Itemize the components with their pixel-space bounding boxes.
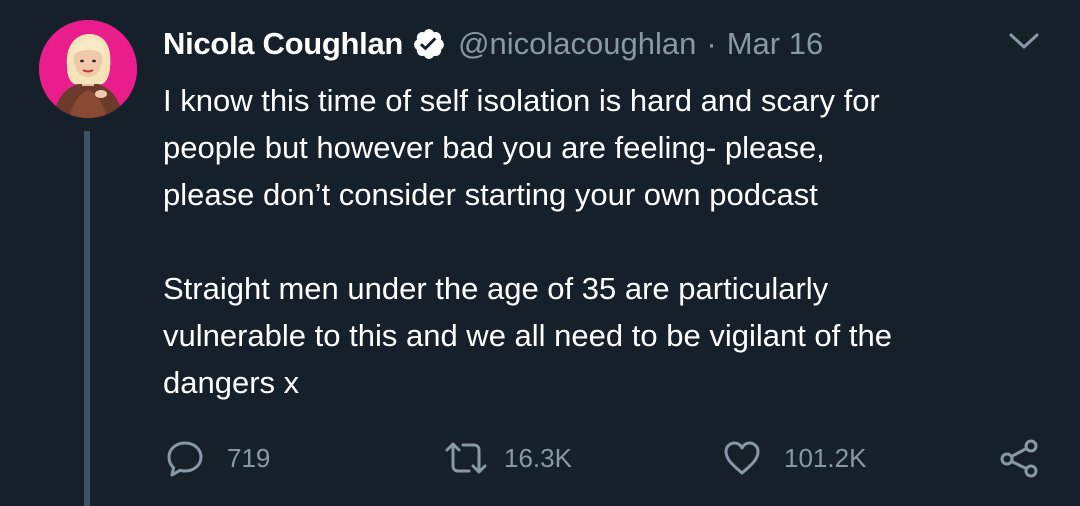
separator-dot: · [706, 26, 717, 61]
author-handle[interactable]: @nicolacoughlan [458, 26, 696, 62]
share-icon [998, 438, 1042, 478]
verified-badge-icon [412, 27, 446, 61]
tweet-date[interactable]: Mar 16 [727, 26, 823, 62]
reply-icon [165, 438, 205, 478]
avatar[interactable] [39, 20, 137, 118]
retweet-button[interactable]: 16.3K [442, 436, 572, 480]
thread-line [84, 131, 90, 506]
like-button[interactable]: 101.2K [722, 436, 866, 480]
tweet[interactable]: Nicola Coughlan @nicolacoughlan · Mar 16… [0, 0, 1080, 506]
tweet-text: I know this time of self isolation is ha… [163, 83, 892, 400]
tweet-header: Nicola Coughlan @nicolacoughlan · Mar 16 [163, 22, 823, 66]
share-button[interactable] [998, 436, 1042, 480]
retweet-icon [442, 438, 490, 478]
chevron-down-icon[interactable] [1007, 30, 1041, 52]
retweet-count: 16.3K [504, 442, 572, 473]
reply-button[interactable]: 719 [165, 436, 270, 480]
like-count: 101.2K [784, 442, 867, 473]
heart-icon [722, 438, 762, 478]
reply-count: 719 [227, 442, 271, 473]
author-name[interactable]: Nicola Coughlan [163, 26, 403, 62]
